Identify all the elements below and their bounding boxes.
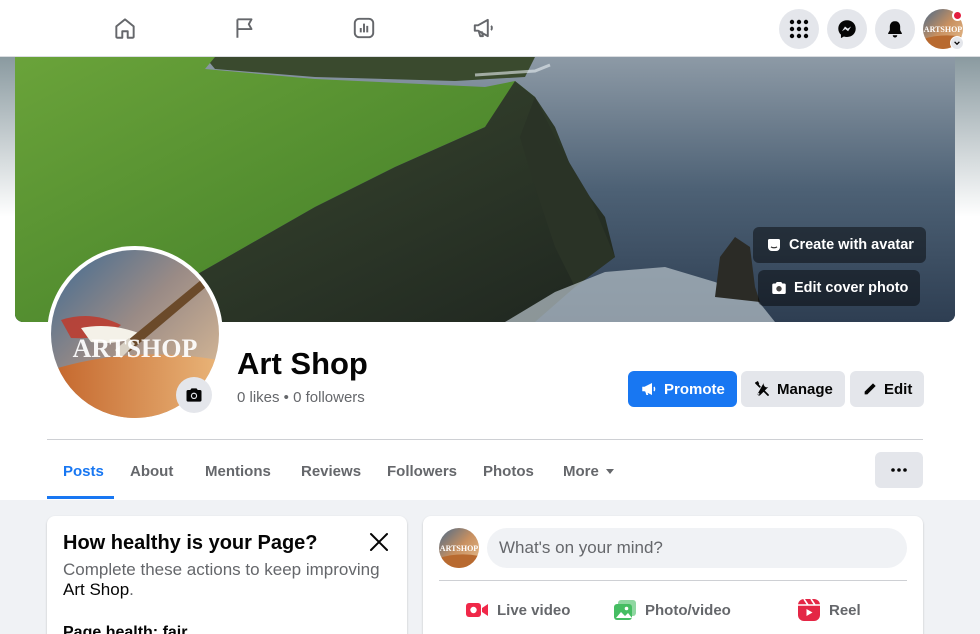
tools-icon (755, 381, 769, 396)
camera-icon (186, 388, 202, 402)
health-desc-prefix: Complete these actions to keep improving (63, 560, 380, 579)
health-desc-suffix: . (129, 580, 134, 599)
tab-photos[interactable]: Photos (483, 452, 534, 490)
live-video-icon (466, 603, 488, 617)
promote-button[interactable]: Promote (628, 371, 737, 407)
chevron-down-icon[interactable] (950, 36, 964, 50)
megaphone-icon (642, 383, 656, 395)
composer-divider (439, 580, 907, 581)
page-health-card: How healthy is your Page? Complete these… (47, 516, 407, 634)
close-icon[interactable] (367, 530, 391, 554)
manage-button[interactable]: Manage (741, 371, 845, 407)
top-navigation: ARTSHOP (0, 0, 980, 57)
tab-mentions[interactable]: Mentions (205, 452, 271, 490)
live-video-label: Live video (497, 601, 571, 619)
photo-icon (614, 600, 636, 620)
megaphone-icon[interactable] (464, 10, 504, 46)
reel-button[interactable]: Reel (797, 594, 861, 626)
live-video-button[interactable]: Live video (465, 594, 570, 626)
caret-down-icon (605, 469, 614, 474)
pencil-icon (864, 383, 876, 395)
profile-thumb-text: ARTSHOP (924, 25, 963, 34)
more-options-button[interactable] (875, 452, 923, 488)
edit-cover-photo-button[interactable]: Edit cover photo (758, 270, 921, 306)
home-icon[interactable] (105, 10, 145, 46)
edit-button[interactable]: Edit (850, 371, 925, 407)
avatar-icon (768, 239, 780, 251)
create-with-avatar-label: Create with avatar (789, 237, 914, 253)
page-stats[interactable]: 0 likes • 0 followers (237, 389, 365, 406)
post-composer-card: ARTSHOP What's on your mind? Live video … (423, 516, 923, 634)
page-health-status: Page health: fair (63, 624, 188, 634)
flag-icon[interactable] (225, 10, 265, 46)
photo-video-label: Photo/video (645, 601, 731, 619)
active-tab-indicator (47, 496, 114, 499)
update-profile-picture-button[interactable] (176, 377, 212, 413)
composer-avatar[interactable]: ARTSHOP (439, 528, 479, 568)
notification-dot (952, 10, 963, 21)
messenger-icon[interactable] (827, 9, 867, 49)
status-input[interactable]: What's on your mind? (487, 528, 907, 568)
composer-avatar-text: ARTSHOP (440, 544, 479, 553)
create-with-avatar-button[interactable]: Create with avatar (753, 227, 926, 263)
tab-more-label: More (563, 462, 599, 480)
photo-video-button[interactable]: Photo/video (613, 594, 731, 626)
page-health-title: How healthy is your Page? (63, 532, 318, 554)
page-health-description: Complete these actions to keep improving… (63, 560, 393, 600)
ellipsis-icon (891, 468, 907, 472)
tab-reviews[interactable]: Reviews (301, 452, 361, 490)
camera-icon (772, 282, 786, 294)
tab-posts[interactable]: Posts (63, 452, 104, 490)
health-desc-page-name: Art Shop (63, 580, 130, 599)
header-divider (47, 439, 923, 440)
page-title: Art Shop (237, 346, 368, 381)
manage-label: Manage (777, 380, 833, 398)
avatar-logo-text: ARTSHOP (73, 334, 198, 363)
tab-more[interactable]: More (563, 452, 615, 490)
tab-about[interactable]: About (130, 452, 173, 490)
insights-icon[interactable] (344, 10, 384, 46)
promote-label: Promote (664, 380, 725, 398)
reel-icon (798, 598, 820, 621)
tab-followers[interactable]: Followers (387, 452, 457, 490)
menu-grid-icon[interactable] (779, 9, 819, 49)
edit-cover-photo-label: Edit cover photo (794, 280, 909, 296)
bell-icon[interactable] (875, 9, 915, 49)
reel-label: Reel (829, 601, 861, 619)
edit-label: Edit (884, 380, 913, 398)
